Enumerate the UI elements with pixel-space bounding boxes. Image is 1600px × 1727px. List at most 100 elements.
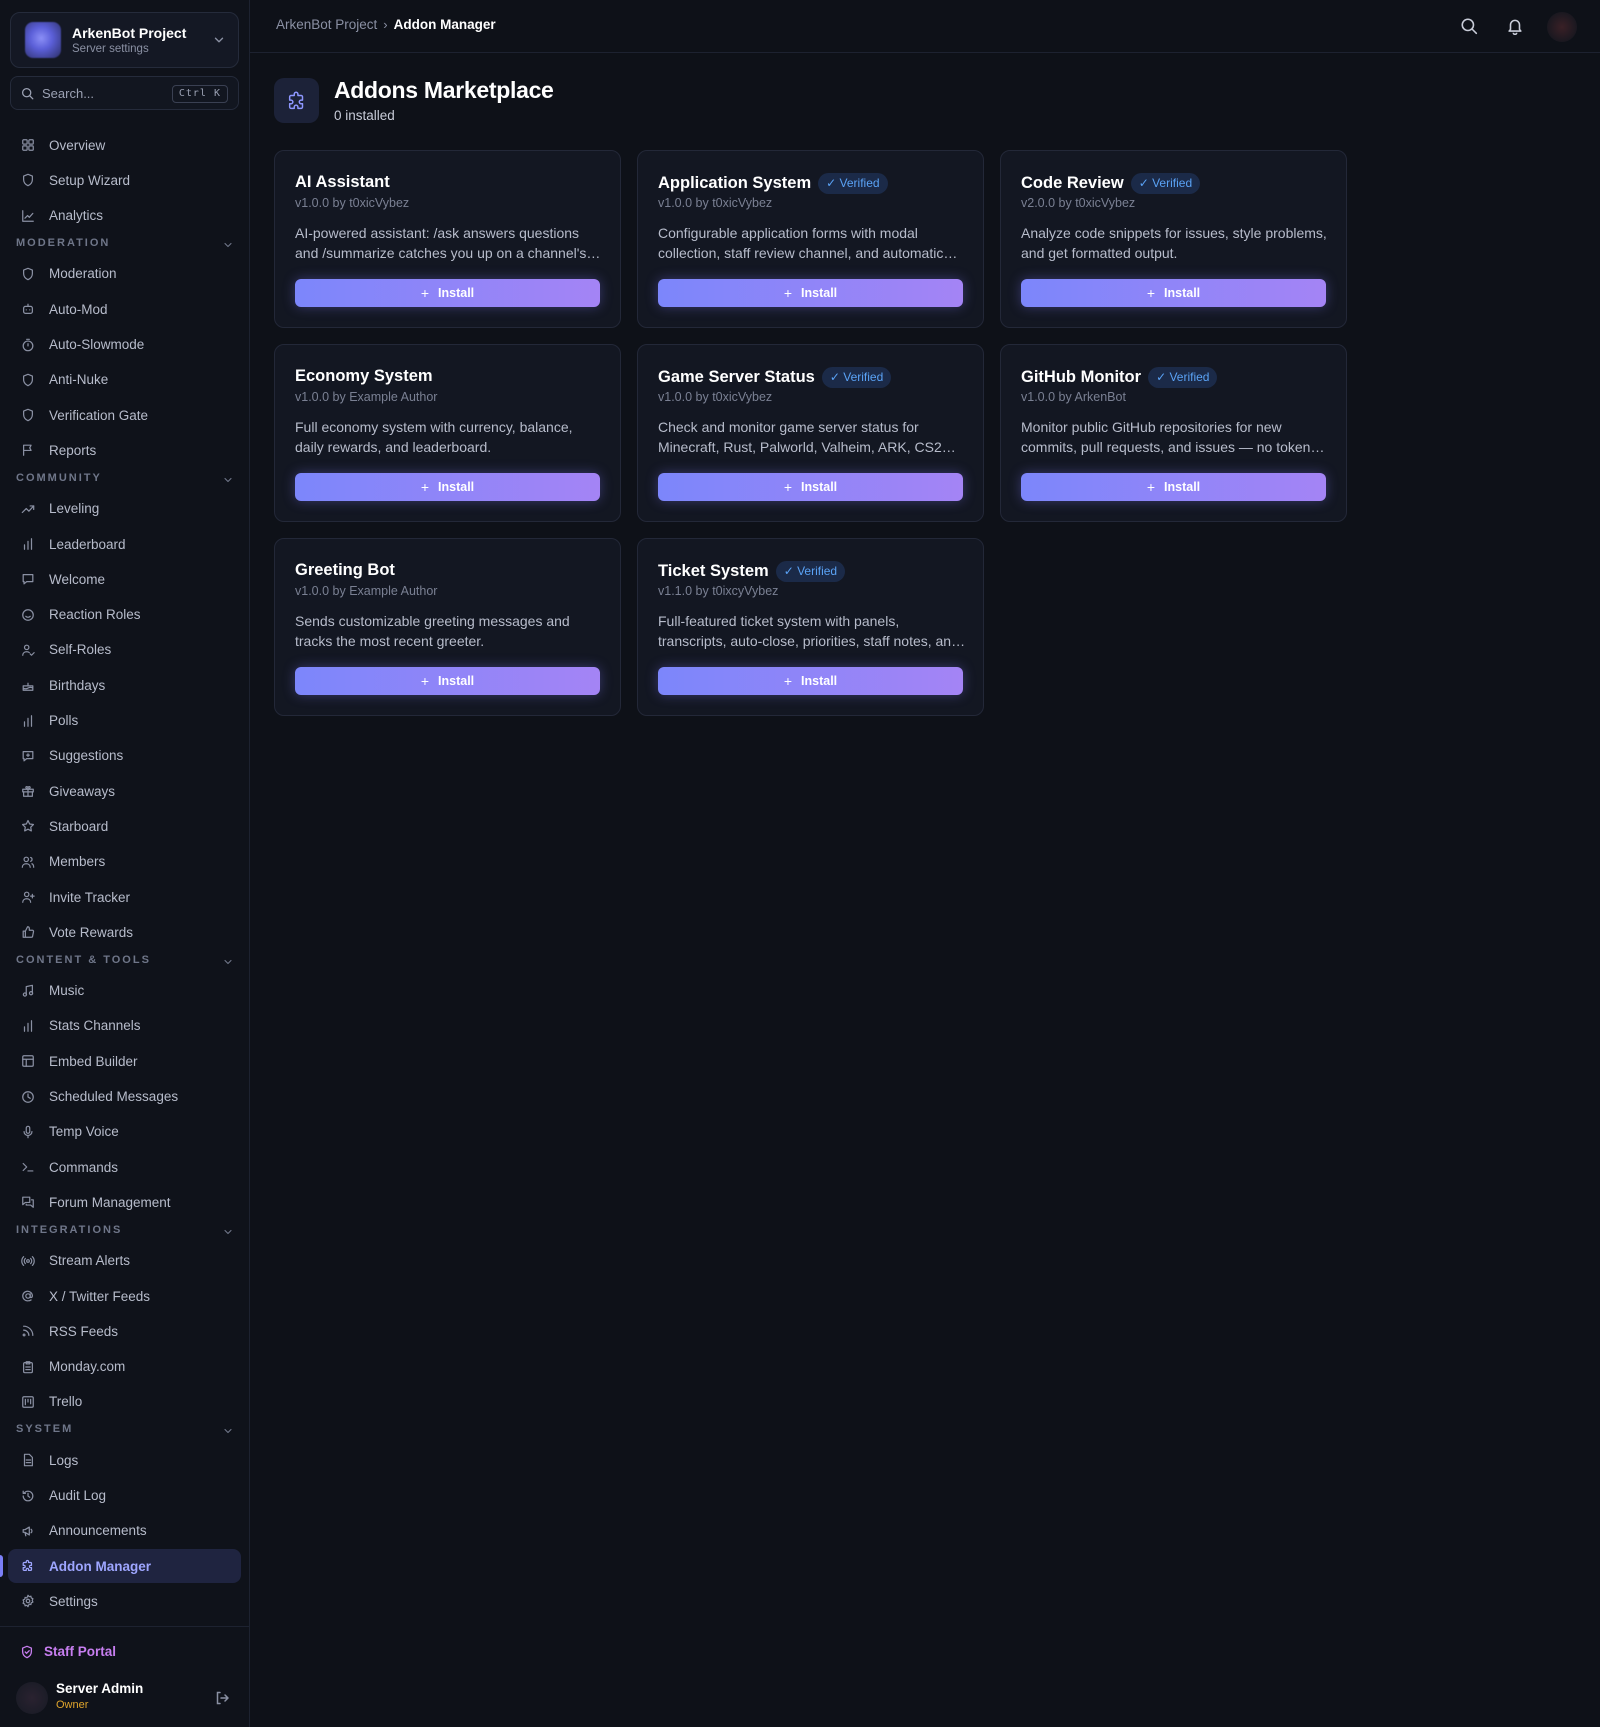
section-content-tools[interactable]: CONTENT & TOOLS: [16, 954, 234, 970]
sidebar-item-invite-tracker[interactable]: Invite Tracker: [8, 880, 241, 914]
sidebar-item-label: Moderation: [49, 266, 117, 282]
sidebar-item-embed-builder[interactable]: Embed Builder: [8, 1044, 241, 1078]
sidebar-item-label: Overview: [49, 137, 106, 153]
install-button[interactable]: + Install: [295, 279, 600, 307]
sidebar-item-reports[interactable]: Reports: [8, 433, 241, 467]
sidebar-item-monday-com[interactable]: Monday.com: [8, 1350, 241, 1384]
smile-icon: [22, 608, 34, 621]
sidebar-item-leaderboard[interactable]: Leaderboard: [8, 527, 241, 561]
sidebar-item-welcome[interactable]: Welcome: [8, 562, 241, 596]
sidebar-item-suggestions[interactable]: Suggestions: [8, 739, 241, 773]
addon-name: Ticket System: [658, 562, 769, 580]
sidebar-item-label: Embed Builder: [49, 1053, 138, 1069]
sidebar-item-auto-mod[interactable]: Auto-Mod: [8, 292, 241, 326]
sidebar-item-trello[interactable]: Trello: [8, 1385, 241, 1419]
sidebar-item-self-roles[interactable]: Self-Roles: [8, 633, 241, 667]
sidebar-item-settings[interactable]: Settings: [8, 1584, 241, 1618]
gear-icon: [22, 1595, 34, 1608]
sidebar-item-auto-slowmode[interactable]: Auto-Slowmode: [8, 328, 241, 362]
breadcrumb-current: Addon Manager: [393, 17, 496, 32]
terminal-icon: [22, 1162, 34, 1172]
sidebar-item-vote-rewards[interactable]: Vote Rewards: [8, 915, 241, 949]
music-icon: [22, 984, 34, 997]
sidebar-item-analytics[interactable]: Analytics: [8, 199, 241, 233]
rss-icon: [22, 1325, 34, 1337]
clock-icon: [22, 1090, 34, 1103]
sidebar-item-overview[interactable]: Overview: [8, 128, 241, 162]
sidebar-item-forum-management[interactable]: Forum Management: [8, 1185, 241, 1219]
shield-icon: [23, 173, 33, 187]
section-integrations[interactable]: INTEGRATIONS: [16, 1224, 234, 1240]
sidebar-item-label: Vote Rewards: [49, 924, 134, 940]
sidebar-item-giveaways[interactable]: Giveaways: [8, 774, 241, 808]
addon-name: Greeting Bot: [295, 561, 395, 579]
bot-icon: [23, 303, 33, 315]
sidebar-item-audit-log[interactable]: Audit Log: [8, 1479, 241, 1513]
sidebar-item-label: Reaction Roles: [49, 607, 141, 623]
staff-portal-link[interactable]: Staff Portal: [20, 1644, 116, 1659]
server-avatar: [25, 22, 61, 58]
install-button[interactable]: + Install: [658, 473, 963, 501]
sidebar-item-setup-wizard[interactable]: Setup Wizard: [8, 163, 241, 197]
sidebar-item-label: Forum Management: [49, 1194, 171, 1210]
sidebar-item-moderation[interactable]: Moderation: [8, 257, 241, 291]
sidebar-item-polls[interactable]: Polls: [8, 704, 241, 738]
bell-icon[interactable]: [1506, 17, 1524, 35]
install-button[interactable]: + Install: [1021, 279, 1326, 307]
kanban-icon: [22, 1396, 34, 1408]
section-community[interactable]: COMMUNITY: [16, 472, 234, 488]
sidebar-item-scheduled-messages[interactable]: Scheduled Messages: [8, 1080, 241, 1114]
sidebar-item-rss-feeds[interactable]: RSS Feeds: [8, 1314, 241, 1348]
sidebar-item-reaction-roles[interactable]: Reaction Roles: [8, 598, 241, 632]
line-chart-icon: [22, 209, 34, 222]
breadcrumb-parent[interactable]: ArkenBot Project: [276, 17, 377, 32]
install-button[interactable]: + Install: [1021, 473, 1326, 501]
addon-meta: v1.0.0 by t0xicVybez: [295, 196, 410, 210]
install-button[interactable]: + Install: [295, 667, 600, 695]
sidebar-item-x-twitter-feeds[interactable]: X / Twitter Feeds: [8, 1279, 241, 1313]
bar-chart-icon: [23, 714, 33, 727]
addon-description: AI-powered assistant: /ask answers quest…: [295, 225, 587, 261]
section-title: SYSTEM: [16, 1423, 74, 1436]
sidebar-item-starboard[interactable]: Starboard: [8, 809, 241, 843]
install-button[interactable]: + Install: [658, 279, 963, 307]
chevron-down-icon: [224, 1429, 232, 1434]
addon-card-greeting-bot: Greeting Bot v1.0.0 by Example Author Send…: [274, 538, 621, 716]
sidebar-item-label: Leveling: [49, 501, 100, 517]
section-system[interactable]: SYSTEM: [16, 1423, 234, 1439]
sidebar-item-temp-voice[interactable]: Temp Voice: [8, 1115, 241, 1149]
avatar[interactable]: [16, 1682, 48, 1714]
sidebar-item-addon-manager[interactable]: Addon Manager: [8, 1549, 241, 1584]
sidebar-item-stats-channels[interactable]: Stats Channels: [8, 1009, 241, 1043]
section-moderation[interactable]: MODERATION: [16, 237, 234, 253]
install-label: Install: [438, 286, 475, 300]
install-button[interactable]: + Install: [658, 667, 963, 695]
sidebar-item-members[interactable]: Members: [8, 845, 241, 879]
sidebar-item-stream-alerts[interactable]: Stream Alerts: [8, 1244, 241, 1278]
breadcrumb: ArkenBot Project › Addon Manager: [276, 17, 496, 32]
sidebar-item-announcements[interactable]: Announcements: [8, 1514, 241, 1548]
sidebar-item-label: Suggestions: [49, 748, 124, 764]
addon-card-github-monitor: GitHub Monitor ✓ Verified v1.0.0 by ArkenB…: [1000, 344, 1347, 522]
layout-icon: [22, 1055, 34, 1068]
install-label: Install: [1164, 480, 1201, 494]
addon-description: Sends customizable greeting messages and…: [295, 613, 570, 649]
search-icon[interactable]: [1460, 17, 1478, 35]
addon-meta: v1.0.0 by Example Author: [295, 390, 438, 404]
sidebar-item-anti-nuke[interactable]: Anti-Nuke: [8, 363, 241, 397]
search-input[interactable]: Search... Ctrl K: [10, 76, 239, 110]
avatar[interactable]: [1547, 12, 1577, 42]
install-button[interactable]: + Install: [295, 473, 600, 501]
sidebar-item-commands[interactable]: Commands: [8, 1150, 241, 1184]
sidebar-item-logs[interactable]: Logs: [8, 1443, 241, 1477]
section-title: CONTENT & TOOLS: [16, 953, 151, 966]
sidebar-item-music[interactable]: Music: [8, 974, 241, 1008]
sidebar-item-verification-gate[interactable]: Verification Gate: [8, 398, 241, 432]
server-switcher[interactable]: ArkenBot Project Server settings: [10, 12, 239, 68]
install-label: Install: [801, 674, 838, 688]
addon-card-game-server-status: Game Server Status ✓ Verified v1.0.0 by t0…: [637, 344, 984, 522]
sidebar-item-leveling[interactable]: Leveling: [8, 492, 241, 526]
sidebar-item-birthdays[interactable]: Birthdays: [8, 668, 241, 702]
grid-icon: [22, 139, 34, 151]
logout-icon[interactable]: [214, 1690, 230, 1706]
